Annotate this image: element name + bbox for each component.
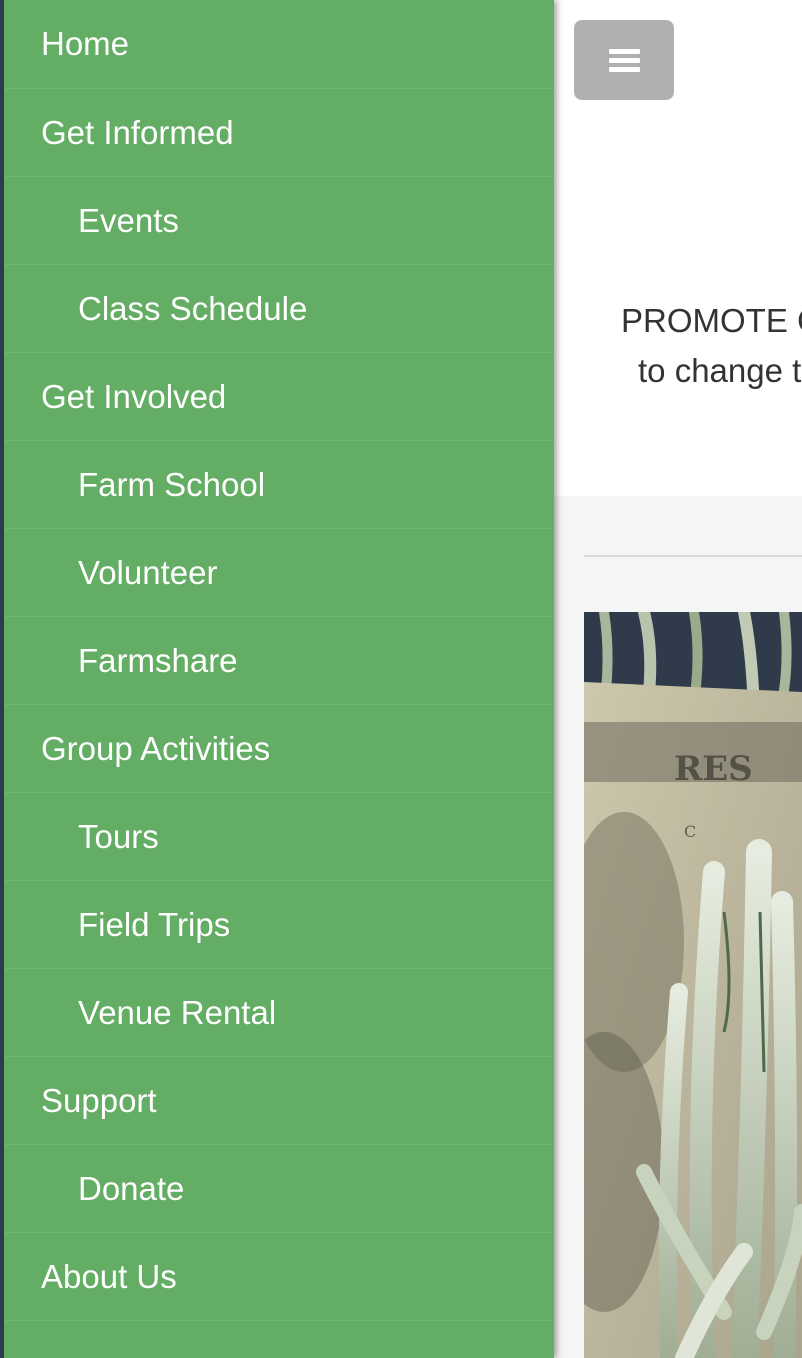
sidebar-item-farm-school[interactable]: Farm School: [4, 441, 554, 529]
sidebar-item-group-activities[interactable]: Group Activities: [4, 705, 554, 793]
sidebar-item-donate[interactable]: Donate: [4, 1145, 554, 1233]
sidebar-item-volunteer[interactable]: Volunteer: [4, 529, 554, 617]
svg-text:C: C: [684, 822, 696, 841]
sidebar-nav: Home Get Informed Events Class Schedule …: [0, 0, 554, 1358]
sidebar-item-field-trips[interactable]: Field Trips: [4, 881, 554, 969]
hero-line-2: to change t: [638, 352, 802, 389]
sidebar-item-farmshare[interactable]: Farmshare: [4, 617, 554, 705]
menu-toggle-button[interactable]: [574, 20, 674, 100]
sidebar-item-class-schedule[interactable]: Class Schedule: [4, 265, 554, 353]
hero-text: PROMOTE CO to change t: [554, 296, 802, 396]
sidebar-item-tours[interactable]: Tours: [4, 793, 554, 881]
sidebar-item-home[interactable]: Home: [4, 0, 554, 89]
main-content: PROMOTE CO to change t: [554, 0, 802, 1358]
hamburger-menu-icon: [608, 48, 640, 72]
sidebar-item-get-informed[interactable]: Get Informed: [4, 89, 554, 177]
svg-text:RES: RES: [674, 749, 753, 789]
sidebar-item-get-involved[interactable]: Get Involved: [4, 353, 554, 441]
sidebar-item-events[interactable]: Events: [4, 177, 554, 265]
divider: [584, 555, 802, 557]
sidebar-item-support[interactable]: Support: [4, 1057, 554, 1145]
hero-line-1: PROMOTE CO: [621, 302, 802, 339]
page: Home Get Informed Events Class Schedule …: [0, 0, 802, 1358]
sidebar-item-about-us[interactable]: About Us: [4, 1233, 554, 1321]
hero-photo: RES C: [584, 612, 802, 1358]
sidebar-item-venue-rental[interactable]: Venue Rental: [4, 969, 554, 1057]
